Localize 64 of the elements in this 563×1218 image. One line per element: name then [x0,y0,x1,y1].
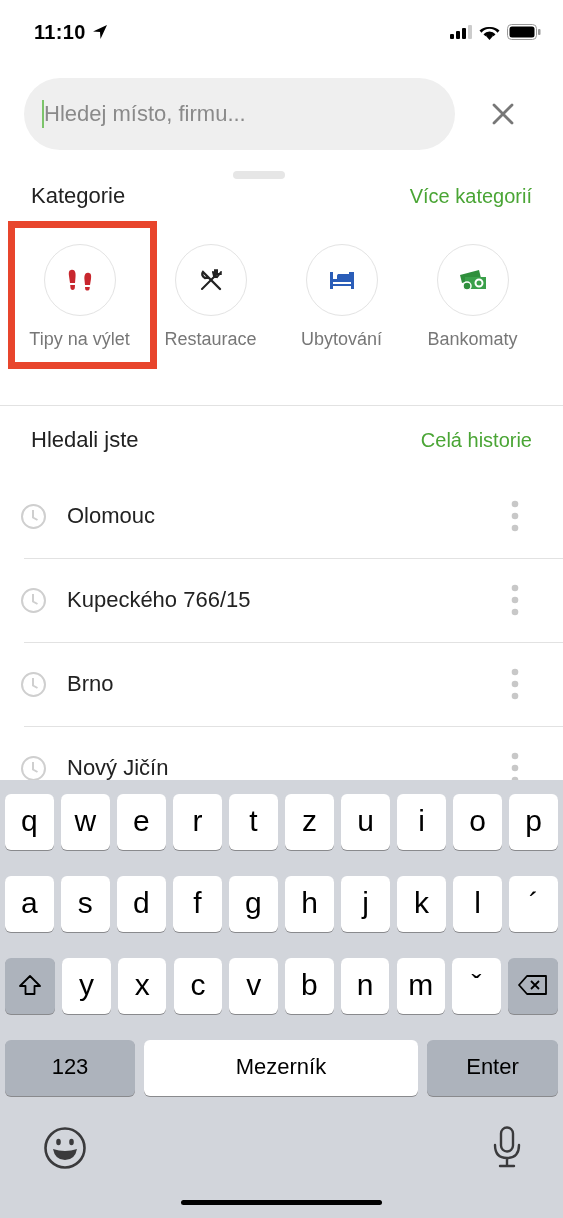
clock-icon [20,502,47,530]
key[interactable]: h [285,876,334,932]
key[interactable]: y [62,958,111,1014]
location-arrow-icon [91,24,108,40]
key[interactable]: f [173,876,222,932]
key[interactable]: r [173,794,222,850]
emoji-icon [43,1126,87,1170]
key[interactable]: d [117,876,166,932]
key[interactable]: p [509,794,558,850]
footprints-icon [67,269,92,291]
microphone-icon [492,1126,522,1168]
key[interactable]: i [397,794,446,850]
key[interactable]: t [229,794,278,850]
key[interactable]: g [229,876,278,932]
key[interactable]: u [341,794,390,850]
key[interactable]: ˇ [452,958,501,1014]
battery-icon [507,24,541,40]
section-title: Kategorie [31,183,126,209]
key[interactable]: q [5,794,54,850]
history-item[interactable]: Olomouc [67,503,511,529]
key[interactable]: e [117,794,166,850]
key[interactable]: v [229,958,278,1014]
key[interactable]: ´ [509,876,558,932]
bed-icon [328,271,355,289]
close-icon [492,103,514,125]
money-icon [458,269,487,291]
key[interactable]: m [396,958,446,1014]
history-item[interactable]: Nový Jičín [67,755,511,781]
key[interactable]: s [61,876,110,932]
search-field[interactable]: Hledej místo, firmu... [24,78,455,150]
dictation-button[interactable] [492,1126,522,1170]
category-label[interactable]: Tipy na výlet [29,328,130,350]
key[interactable]: o [453,794,502,850]
clock-icon [20,586,47,614]
shift-key[interactable] [5,958,55,1014]
key[interactable]: z [285,794,334,850]
space-key[interactable]: Mezerník [144,1040,418,1096]
key[interactable]: b [285,958,334,1014]
key[interactable]: k [397,876,446,932]
signal-icon [450,25,472,39]
history-item[interactable]: Kupeckého 766/15 [67,587,511,613]
enter-key[interactable]: Enter [427,1040,558,1096]
section-title: Hledali jste [31,427,139,453]
shift-icon [18,973,42,996]
category-label[interactable]: Bankomaty [427,328,518,350]
key[interactable]: a [5,876,54,932]
emoji-button[interactable] [43,1126,87,1170]
key[interactable]: n [340,958,390,1014]
key[interactable]: c [173,958,223,1014]
category-label[interactable]: Restaurace [164,328,257,350]
drag-handle[interactable] [233,171,285,179]
clock-icon [20,670,47,698]
key[interactable]: j [341,876,390,932]
fork-knife-icon [199,269,222,291]
numbers-key[interactable]: 123 [5,1040,135,1096]
wifi-icon [479,24,500,40]
history-item[interactable]: Brno [67,671,511,697]
category-label[interactable]: Ubytování [300,328,382,350]
clock-time: 11:10 [34,20,86,44]
key[interactable]: x [117,958,167,1014]
key[interactable]: l [453,876,502,932]
backspace-icon [517,973,548,996]
backspace-key[interactable] [507,958,558,1014]
key[interactable]: w [61,794,110,850]
